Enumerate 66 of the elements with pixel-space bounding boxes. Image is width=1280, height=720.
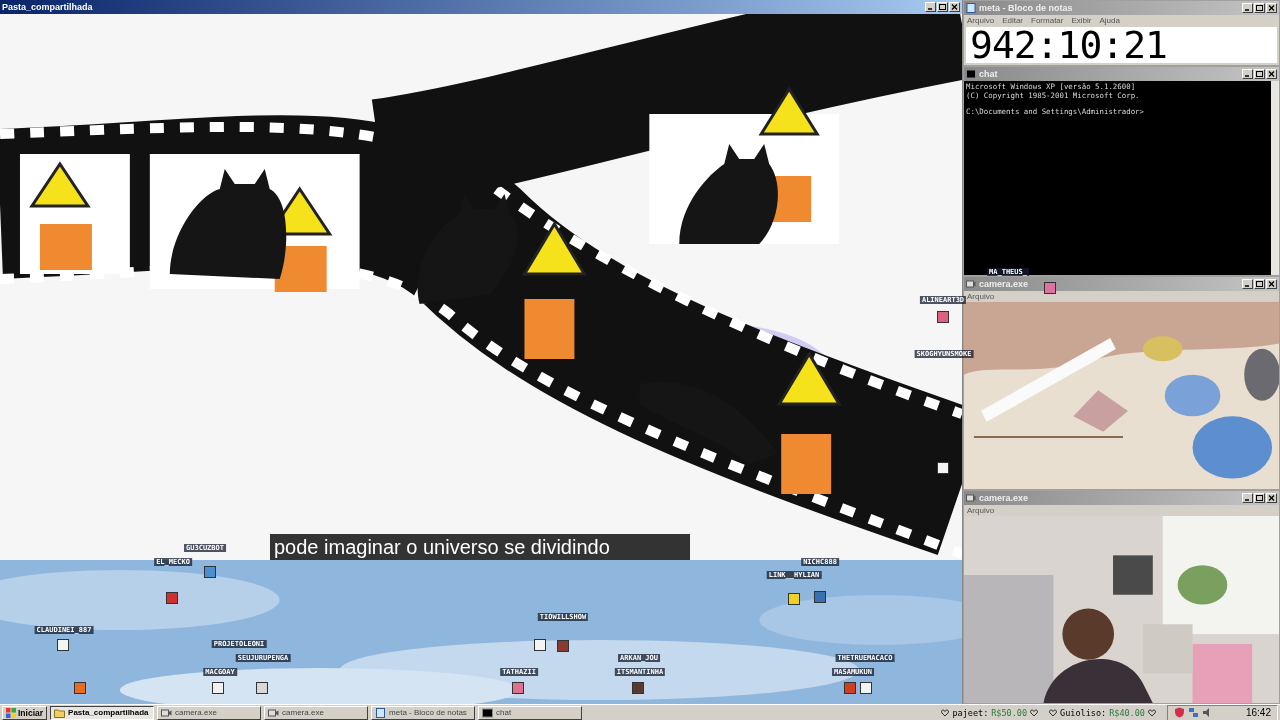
notepad-icon xyxy=(375,707,387,718)
close-button[interactable] xyxy=(949,2,960,12)
heart-icon xyxy=(1147,708,1156,717)
camera-icon xyxy=(268,707,280,718)
menu-item[interactable]: Editar xyxy=(1002,16,1024,25)
notepad-text: 942:10:21 xyxy=(970,27,1167,63)
menu-item[interactable]: Ajuda xyxy=(1099,16,1120,25)
maximize-icon xyxy=(939,4,946,10)
close-button[interactable] xyxy=(1266,279,1277,289)
close-icon xyxy=(1268,71,1275,77)
maximize-button[interactable] xyxy=(937,2,948,12)
close-button[interactable] xyxy=(1266,3,1277,13)
taskbar-button[interactable]: camera.exe xyxy=(157,705,262,720)
minimize-button[interactable] xyxy=(925,2,936,12)
donor-name: pajeet: xyxy=(952,707,989,718)
network-icon[interactable] xyxy=(1187,707,1199,718)
donor-name: Guioliso: xyxy=(1060,707,1107,718)
maximize-icon xyxy=(1256,281,1263,287)
camera-icon xyxy=(966,493,976,503)
minimize-button[interactable] xyxy=(1242,3,1253,13)
window-title: meta - Bloco de notas xyxy=(979,3,1073,13)
maximize-icon xyxy=(1256,5,1263,11)
minimize-button[interactable] xyxy=(1242,69,1253,79)
scrollbar[interactable] xyxy=(1271,81,1279,275)
menu-item[interactable]: Exibir xyxy=(1071,16,1092,25)
heart-icon xyxy=(941,708,950,717)
taskbar-button[interactable]: camera.exe xyxy=(264,705,369,720)
close-icon xyxy=(1268,495,1275,501)
window-title: Pasta_compartilhada xyxy=(2,2,93,12)
close-icon xyxy=(1268,5,1275,11)
heart-icon xyxy=(1030,708,1039,717)
maximize-button[interactable] xyxy=(1254,279,1265,289)
window-title: camera.exe xyxy=(979,279,1029,289)
minimize-button[interactable] xyxy=(1242,493,1253,503)
maximize-button[interactable] xyxy=(1254,493,1265,503)
close-icon xyxy=(1268,281,1275,287)
camera-icon xyxy=(161,707,173,718)
maximize-button[interactable] xyxy=(1254,69,1265,79)
console-icon xyxy=(966,69,976,79)
close-button[interactable] xyxy=(1266,69,1277,79)
shield-icon[interactable] xyxy=(1173,707,1185,718)
donation-amount: R$50.00 xyxy=(991,707,1028,718)
minimize-button[interactable] xyxy=(1242,279,1253,289)
maximize-button[interactable] xyxy=(1254,3,1265,13)
menu-item[interactable]: Arquivo xyxy=(967,506,995,515)
taskbar-button[interactable]: Pasta_compartilhada xyxy=(50,705,155,720)
menu-item[interactable]: Arquivo xyxy=(967,292,995,301)
windows-logo-icon xyxy=(6,707,16,718)
maximize-icon xyxy=(1256,71,1263,77)
donation-amount: R$40.00 xyxy=(1109,707,1145,718)
menu-item[interactable]: Formatar xyxy=(1031,16,1064,25)
window-title: camera.exe xyxy=(979,493,1029,503)
close-icon xyxy=(951,4,958,10)
window-title: chat xyxy=(979,69,998,79)
clock: 16:42 xyxy=(1245,707,1271,718)
folder-icon xyxy=(54,707,66,718)
heart-icon xyxy=(1049,708,1058,717)
camera-icon xyxy=(966,279,976,289)
console-icon xyxy=(482,707,494,718)
taskbar-button[interactable]: meta - Bloco de notas xyxy=(371,705,476,720)
notepad-icon xyxy=(966,3,976,13)
menu-item[interactable]: Arquivo xyxy=(967,16,995,25)
close-button[interactable] xyxy=(1266,493,1277,503)
taskbar-button[interactable]: chat xyxy=(478,705,583,720)
start-button[interactable]: Iniciar xyxy=(2,705,48,720)
maximize-icon xyxy=(1256,495,1263,501)
